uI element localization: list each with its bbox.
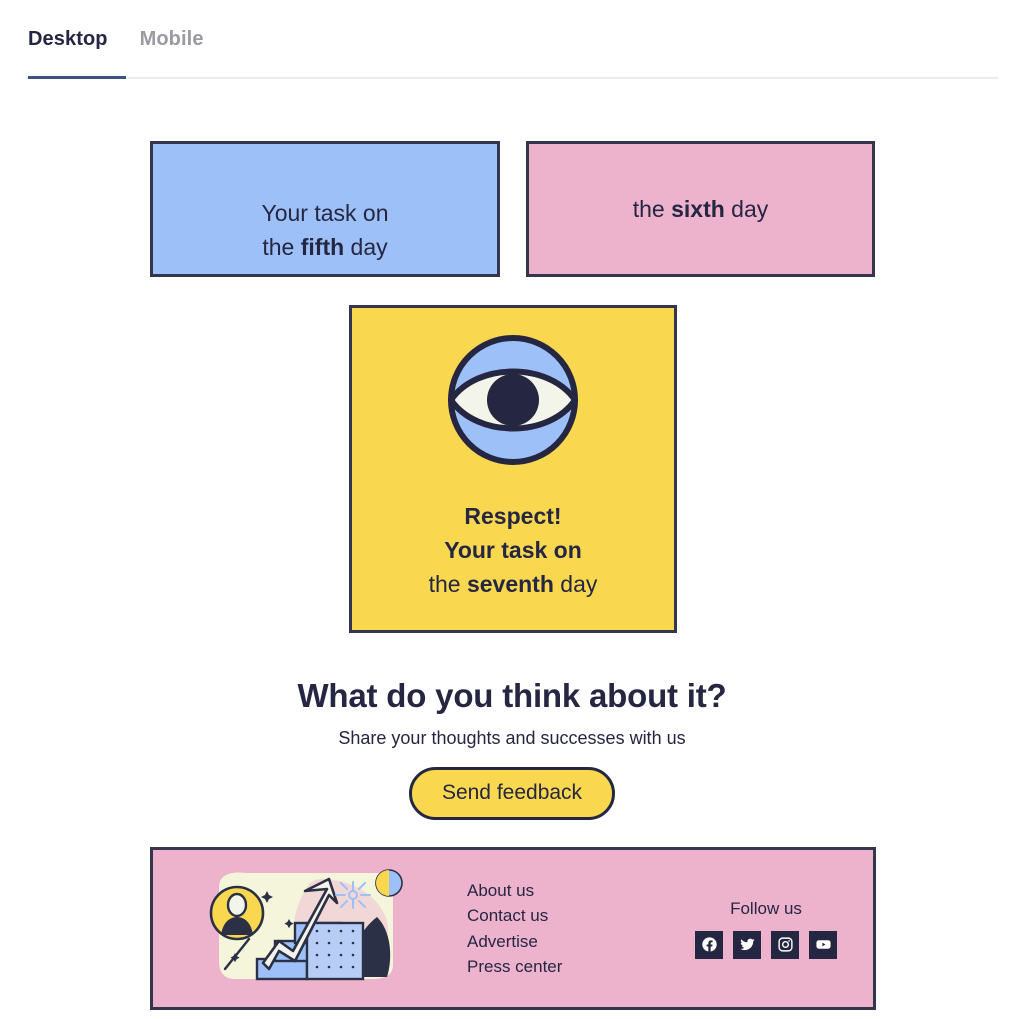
follow-us-label: Follow us <box>730 898 802 918</box>
footer-link-about-us[interactable]: About us <box>467 878 562 904</box>
day-card-fifth: Your task on the fifth day <box>150 141 500 277</box>
day-card-seventh-line1: Respect! <box>464 503 562 529</box>
day-card-fifth-line2-bold: fifth <box>300 234 345 260</box>
day-card-seventh-text: Respect! Your task on the seventh day <box>429 499 598 601</box>
day-card-seventh-line3: the seventh day <box>429 567 598 601</box>
instagram-icon[interactable] <box>771 930 799 959</box>
tab-desktop[interactable]: Desktop <box>26 28 110 51</box>
footer-link-press-center[interactable]: Press center <box>467 954 562 980</box>
day-card-sixth-line2-suffix: day <box>724 196 769 222</box>
feedback-section: What do you think about it? Share your t… <box>0 677 1024 820</box>
day-card-fifth-line1: Your task on <box>261 200 389 226</box>
email-preview-canvas: Your task on the fifth day the sixth day… <box>0 79 1024 1019</box>
footer-link-advertise[interactable]: Advertise <box>467 929 562 955</box>
social-icons-row <box>695 930 837 959</box>
footer-links: About us Contact us Advertise Press cent… <box>467 878 562 980</box>
day-card-sixth-line2-prefix: the <box>632 196 672 222</box>
day-card-sixth-line2-bold: sixth <box>671 196 725 222</box>
preview-tabbar: Desktop Mobile <box>0 0 1024 79</box>
footer-social-section: Follow us <box>695 899 837 959</box>
day-card-seventh-line2: Your task on <box>444 537 582 563</box>
day-card-fifth-line2-suffix: day <box>344 234 388 260</box>
twitter-icon[interactable] <box>733 930 761 959</box>
day-card-sixth-line2: the sixth day <box>633 192 769 226</box>
person-chart-growth-illustration <box>201 865 411 992</box>
footer-banner: About us Contact us Advertise Press cent… <box>150 847 876 1010</box>
feedback-title: What do you think about it? <box>297 677 727 714</box>
day-card-seventh-line3-bold: seventh <box>466 571 554 597</box>
footer-link-contact-us[interactable]: Contact us <box>467 903 562 929</box>
feedback-subtitle: Share your thoughts and successes with u… <box>338 728 686 748</box>
day-card-seventh: Respect! Your task on the seventh day <box>349 305 677 633</box>
facebook-icon[interactable] <box>695 930 723 959</box>
day-card-fifth-line2: the fifth day <box>262 230 387 264</box>
send-feedback-button[interactable]: Send feedback <box>408 767 616 820</box>
eye-icon <box>447 334 579 471</box>
day-card-seventh-line3-suffix: day <box>553 571 598 597</box>
tab-mobile[interactable]: Mobile <box>138 28 206 51</box>
day-card-sixth: the sixth day <box>526 141 875 277</box>
day-card-fifth-line2-prefix: the <box>262 234 301 260</box>
youtube-icon[interactable] <box>809 930 837 959</box>
day-card-seventh-line3-prefix: the <box>428 571 467 597</box>
